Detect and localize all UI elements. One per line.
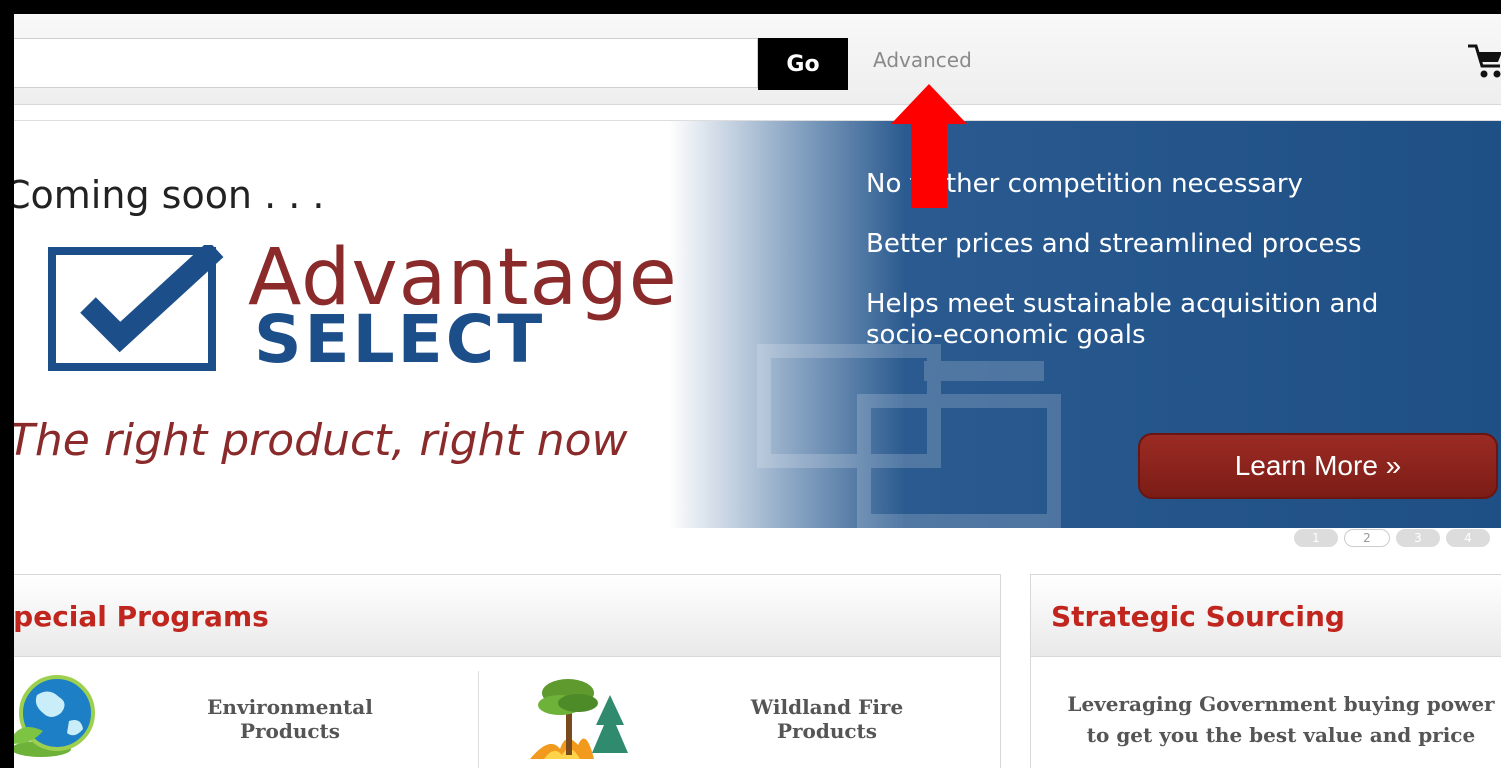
divider <box>478 671 479 768</box>
pager-dot-1[interactable]: 1 <box>1294 529 1338 547</box>
benefit-item: Better prices and streamlined process <box>866 229 1362 259</box>
panel-header: Special Programs <box>14 575 1000 657</box>
environmental-products-link[interactable]: Environmental Products <box>175 695 405 743</box>
globe-leaf-icon[interactable] <box>14 673 109 764</box>
hero-banner[interactable]: Coming soon . . . Advantage SELECT The r… <box>14 120 1501 528</box>
tagline: The right product, right now <box>14 415 628 466</box>
checkbox-check-icon <box>48 240 228 380</box>
search-input[interactable] <box>14 38 758 88</box>
arrow-up-icon <box>889 84 969 213</box>
pager-dot-3[interactable]: 3 <box>1396 529 1440 547</box>
forest-fire-icon[interactable] <box>520 675 632 766</box>
search-bar: Go Advanced <box>14 14 1501 105</box>
benefit-line: socio-economic goals <box>866 320 1146 350</box>
pager-dot-2[interactable]: 2 <box>1344 529 1390 547</box>
coming-soon-text: Coming soon . . . <box>14 173 325 217</box>
browser-frame: Go Advanced Coming soon . . . Advantage <box>14 14 1501 768</box>
wildland-fire-products-link[interactable]: Wildland Fire Products <box>712 695 942 743</box>
brand-select: SELECT <box>254 301 546 378</box>
panel-header: Strategic Sourcing <box>1031 575 1501 657</box>
strategic-sourcing-title: Strategic Sourcing <box>1051 600 1345 633</box>
strategic-sourcing-panel: Strategic Sourcing Leveraging Government… <box>1030 574 1501 768</box>
shopping-cart-icon[interactable] <box>1466 42 1501 87</box>
special-programs-panel: Special Programs Environmental Products <box>14 574 1001 768</box>
strategic-sourcing-text: Leveraging Government buying power to ge… <box>1067 692 1495 747</box>
benefit-item: Helps meet sustainable acquisition and s… <box>866 289 1378 351</box>
learn-more-button[interactable]: Learn More » <box>1138 433 1498 499</box>
advanced-search-link[interactable]: Advanced <box>873 48 972 72</box>
go-button[interactable]: Go <box>758 38 848 90</box>
benefit-line: Helps meet sustainable acquisition and <box>866 289 1379 319</box>
computer-watermark-icon <box>757 344 1061 528</box>
pager-dot-4[interactable]: 4 <box>1446 529 1490 547</box>
special-programs-title: Special Programs <box>14 600 269 633</box>
